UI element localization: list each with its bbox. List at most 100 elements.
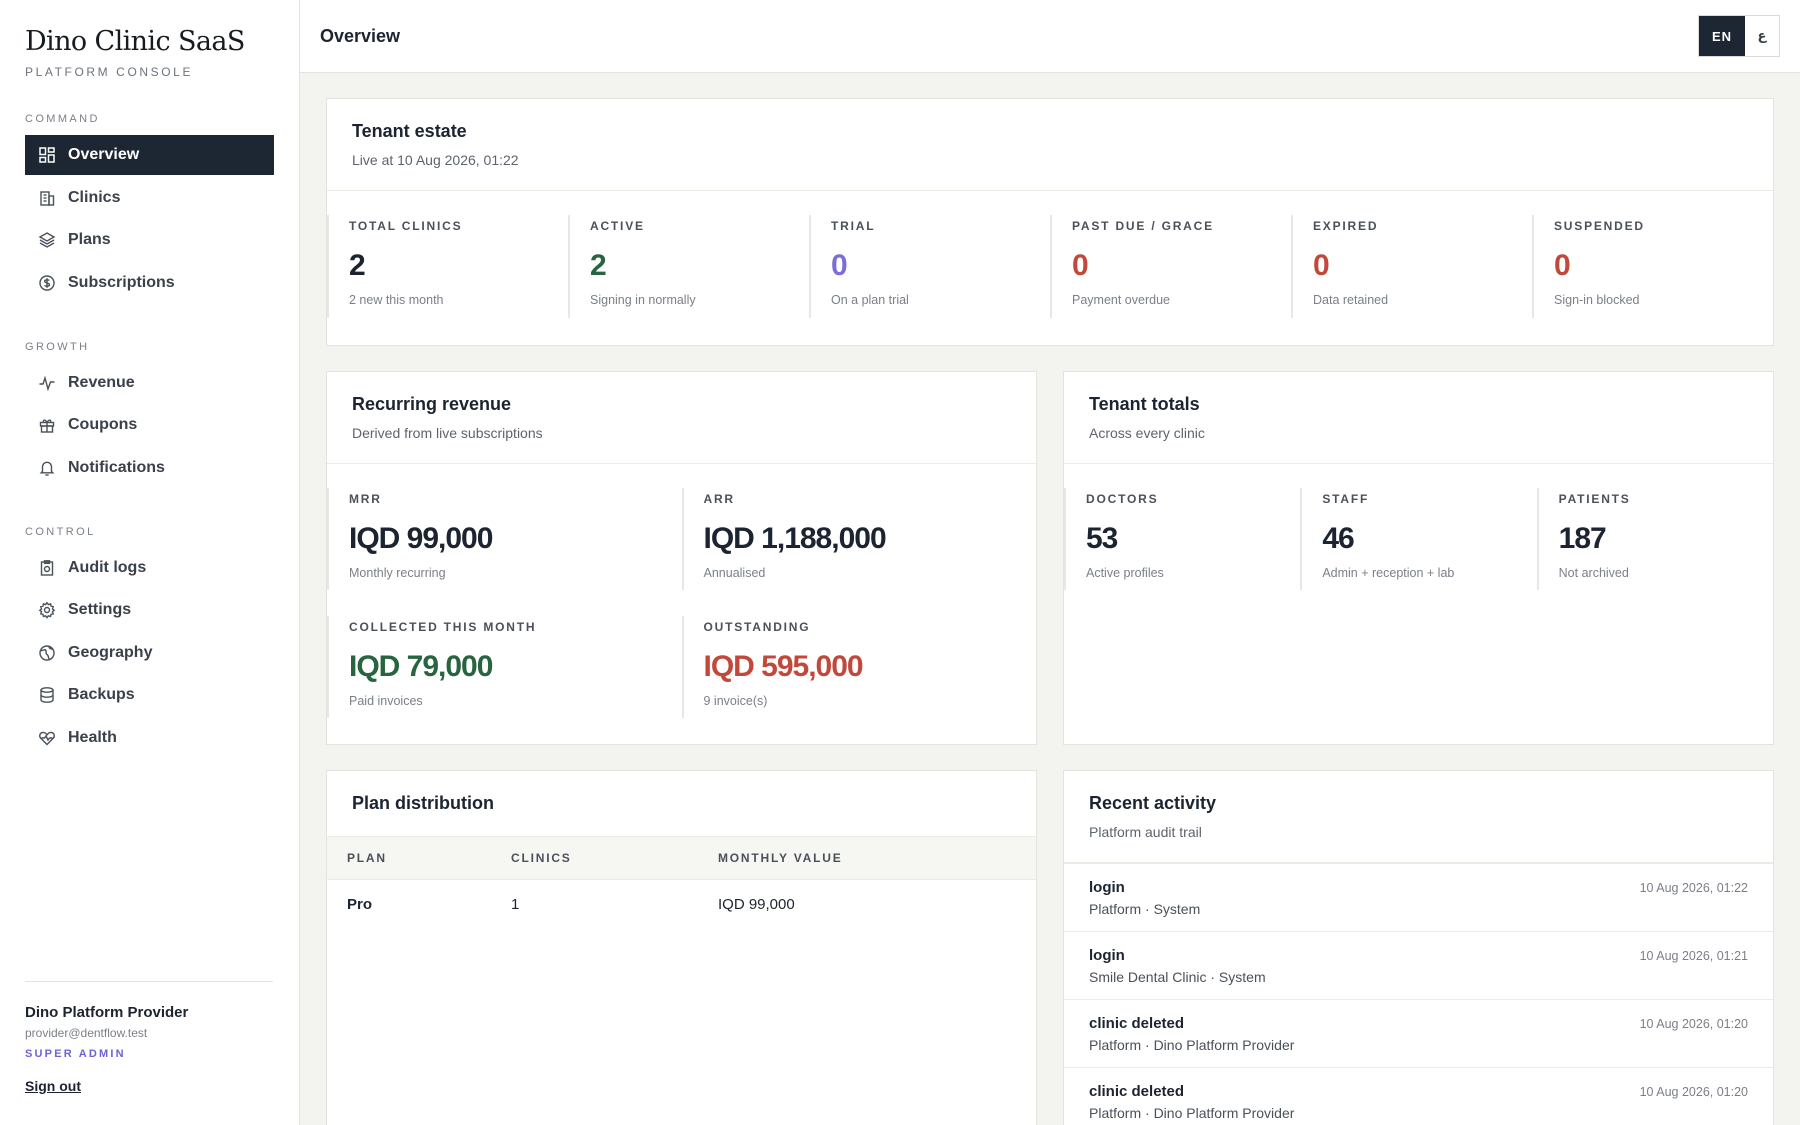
activity-meta: Smile Dental Clinic · System xyxy=(1089,969,1266,985)
recurring-revenue-card: Recurring revenue Derived from live subs… xyxy=(326,371,1037,745)
list-item[interactable]: clinic deleted Platform · Dino Platform … xyxy=(1064,1067,1773,1125)
sidebar-item-clinics[interactable]: Clinics xyxy=(25,178,274,218)
stat-note: Signing in normally xyxy=(590,293,696,307)
sidebar-item-health[interactable]: Health xyxy=(25,718,274,758)
cell-plan: Pro xyxy=(347,896,373,913)
plan-table: PLAN CLINICS MONTHLY VALUE Pro 1 IQD 99,… xyxy=(327,836,1036,929)
estate-stats: TOTAL CLINICS 2 2 new this month ACTIVE … xyxy=(327,191,1773,318)
sidebar-item-plans[interactable]: Plans xyxy=(25,220,274,260)
stat-value: 0 xyxy=(1313,249,1330,282)
card-subtitle: Platform audit trail xyxy=(1089,824,1202,840)
list-item[interactable]: login Smile Dental Clinic · System 10 Au… xyxy=(1064,931,1773,999)
total-staff: STAFF 46 Admin + reception + lab xyxy=(1300,488,1536,590)
lang-button-ar[interactable]: ع xyxy=(1745,16,1779,56)
column-header-plan: PLAN xyxy=(327,836,491,880)
stat-label: COLLECTED THIS MONTH xyxy=(349,620,537,634)
list-item[interactable]: clinic deleted Platform · Dino Platform … xyxy=(1064,999,1773,1067)
recent-activity-card: Recent activity Platform audit trail log… xyxy=(1063,770,1774,1125)
stat-value: IQD 79,000 xyxy=(349,650,493,683)
sidebar-item-geography[interactable]: Geography xyxy=(25,633,274,673)
revenue-outstanding: OUTSTANDING IQD 595,000 9 invoice(s) xyxy=(681,616,1037,718)
cell-monthly-value: IQD 99,000 xyxy=(718,896,795,913)
pulse-icon xyxy=(38,374,56,392)
card-subtitle: Live at 10 Aug 2026, 01:22 xyxy=(352,152,519,168)
total-patients: PATIENTS 187 Not archived xyxy=(1536,488,1773,590)
stat-suspended: SUSPENDED 0 Sign-in blocked xyxy=(1532,215,1773,318)
totals-grid: DOCTORS 53 Active profiles STAFF 46 Admi… xyxy=(1064,464,1773,590)
nav-group-label-growth: GROWTH xyxy=(25,340,90,353)
grid-icon xyxy=(38,146,56,164)
globe-icon xyxy=(38,644,56,662)
stat-past-due: PAST DUE / GRACE 0 Payment overdue xyxy=(1050,215,1291,318)
nav-group-label-control: CONTROL xyxy=(25,525,96,538)
page-title: Overview xyxy=(320,25,401,46)
stat-note: 9 invoice(s) xyxy=(703,694,768,708)
stat-label: TOTAL CLINICS xyxy=(349,219,463,233)
sidebar-item-audit-logs[interactable]: Audit logs xyxy=(25,548,274,588)
sidebar-item-label: Revenue xyxy=(68,373,135,391)
plan-distribution-card: Plan distribution PLAN CLINICS MONTHLY V… xyxy=(326,770,1037,1125)
tenant-estate-card: Tenant estate Live at 10 Aug 2026, 01:22… xyxy=(326,98,1774,346)
sidebar-item-label: Settings xyxy=(68,601,132,618)
sidebar-item-label: Subscriptions xyxy=(68,273,175,291)
stat-note: Annualised xyxy=(703,566,766,580)
user-role-badge: SUPER ADMIN xyxy=(25,1048,126,1060)
sidebar-item-label: Audit logs xyxy=(68,558,147,576)
stat-label: ACTIVE xyxy=(590,219,645,233)
sidebar-item-backups[interactable]: Backups xyxy=(25,675,274,715)
stat-value: 2 xyxy=(590,249,607,282)
sidebar-item-revenue[interactable]: Revenue xyxy=(25,363,274,403)
stat-value: 0 xyxy=(1072,249,1089,282)
activity-meta: Platform · System xyxy=(1089,901,1201,917)
stat-label: EXPIRED xyxy=(1313,219,1379,233)
sidebar-item-settings[interactable]: Settings xyxy=(25,590,274,630)
stat-note: Paid invoices xyxy=(349,694,423,708)
activity-time: 10 Aug 2026, 01:22 xyxy=(1639,881,1748,895)
brand-logo[interactable]: Dino Clinic SaaS xyxy=(25,26,274,57)
lang-button-en[interactable]: EN xyxy=(1699,16,1745,56)
row-revenue-totals: Recurring revenue Derived from live subs… xyxy=(326,371,1774,745)
gift-icon xyxy=(38,416,56,434)
stat-value: IQD 99,000 xyxy=(349,522,493,555)
stat-active: ACTIVE 2 Signing in normally xyxy=(568,215,809,318)
card-title: Recent activity xyxy=(1089,793,1217,813)
card-subtitle: Derived from live subscriptions xyxy=(352,425,543,441)
user-panel: Dino Platform Provider provider@dentflow… xyxy=(25,981,273,1096)
stat-note: On a plan trial xyxy=(831,293,909,307)
stat-value: 0 xyxy=(831,249,848,282)
sidebar-item-subscriptions[interactable]: Subscriptions xyxy=(25,263,274,303)
sidebar-item-label: Health xyxy=(68,728,117,746)
stat-trial: TRIAL 0 On a plan trial xyxy=(809,215,1050,318)
sidebar-item-label: Coupons xyxy=(68,416,138,433)
card-title: Plan distribution xyxy=(352,793,494,813)
activity-time: 10 Aug 2026, 01:21 xyxy=(1639,949,1748,963)
card-header: Recurring revenue Derived from live subs… xyxy=(327,372,1036,464)
sidebar-item-label: Overview xyxy=(68,146,140,163)
stat-note: Active profiles xyxy=(1086,566,1164,580)
bell-icon xyxy=(38,459,56,477)
stat-label: OUTSTANDING xyxy=(703,620,811,634)
sidebar-item-notifications[interactable]: Notifications xyxy=(25,448,274,488)
table-row[interactable]: Pro 1 IQD 99,000 xyxy=(327,880,1036,930)
building-icon xyxy=(38,189,56,207)
list-item[interactable]: login Platform · System 10 Aug 2026, 01:… xyxy=(1064,863,1773,931)
card-title: Tenant estate xyxy=(352,121,467,141)
stat-value: 46 xyxy=(1322,522,1354,555)
sidebar: Dino Clinic SaaS PLATFORM CONSOLE COMMAN… xyxy=(0,0,300,1125)
stat-total-clinics: TOTAL CLINICS 2 2 new this month xyxy=(327,215,568,318)
sign-out-link[interactable]: Sign out xyxy=(25,1078,81,1094)
row-plans-activity: Plan distribution PLAN CLINICS MONTHLY V… xyxy=(326,770,1774,1125)
sidebar-item-label: Notifications xyxy=(68,458,165,476)
activity-time: 10 Aug 2026, 01:20 xyxy=(1639,1017,1748,1031)
sidebar-item-label: Geography xyxy=(68,643,153,661)
sidebar-item-coupons[interactable]: Coupons xyxy=(25,405,274,445)
stat-label: ARR xyxy=(703,492,735,506)
stat-value: 187 xyxy=(1558,522,1607,555)
revenue-grid: MRR IQD 99,000 Monthly recurring ARR IQD… xyxy=(327,464,1036,744)
revenue-collected: COLLECTED THIS MONTH IQD 79,000 Paid inv… xyxy=(327,616,682,718)
clipboard-icon xyxy=(38,559,56,577)
total-doctors: DOCTORS 53 Active profiles xyxy=(1064,488,1300,590)
topbar: Overview EN ع xyxy=(300,0,1800,73)
sidebar-item-overview[interactable]: Overview xyxy=(25,135,274,175)
sidebar-item-label: Clinics xyxy=(68,188,121,206)
